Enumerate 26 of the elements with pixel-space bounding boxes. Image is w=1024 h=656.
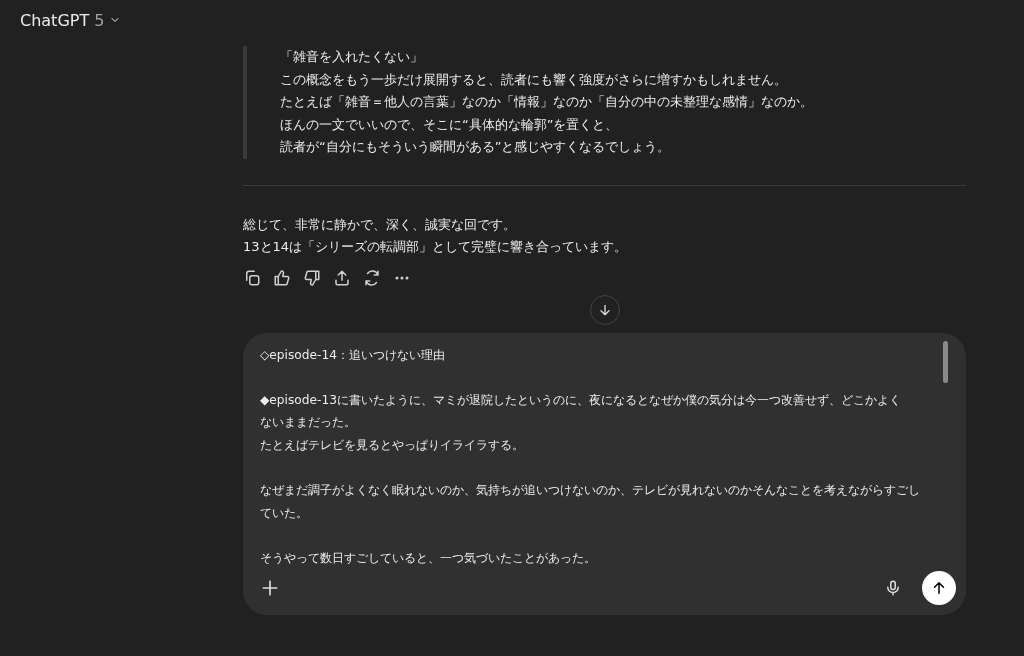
model-version: 5 bbox=[94, 10, 105, 30]
more-icon bbox=[395, 275, 409, 280]
copy-button[interactable] bbox=[243, 268, 261, 287]
share-icon bbox=[333, 268, 351, 287]
response-text: 13と14は「シリーズの転調部」として完璧に響き合っています。 bbox=[243, 238, 629, 256]
quote-line: 読者が“自分にもそういう瞬間がある”と感じやすくなるでしょう。 bbox=[280, 138, 672, 156]
message-input[interactable]: ◇episode-14：追いつけない理由 ◆episode-13に書いたように、マミが退院したというのに、夜になるとなぜか僕の気分は今一つ改善せず、どこかよく ないままだった。 たとえばテレビを見るとやっぱりイライラする。 なぜまだ調子がよくなく眠れないのか、気持ちが追いつけないのか、テレビが見れないのかそんなことを考えながらすごし ていた。 そうやって数日すごしていると、一つ気づいたことがあった。 bbox=[243, 332, 966, 571]
quote-line: たとえば「雑音＝他人の言葉」なのか「情報」なのか「自分の中の未整理な感情」なのか。 bbox=[280, 93, 814, 111]
thumbs-down-icon bbox=[303, 268, 321, 287]
quote-line: ほんの一文でいいので、そこに“具体的な輪郭”を置くと、 bbox=[280, 115, 620, 134]
microphone-button[interactable] bbox=[884, 578, 902, 597]
quote-line: この概念をもう一歩だけ展開すると、読者にも響く強度がさらに増すかもしれません。 bbox=[280, 70, 788, 89]
thumbs-up-icon bbox=[273, 268, 291, 287]
thumbs-up-button[interactable] bbox=[273, 268, 291, 287]
send-button[interactable] bbox=[922, 570, 956, 605]
copy-icon bbox=[243, 268, 261, 287]
microphone-icon bbox=[884, 578, 902, 597]
model-selector[interactable]: ChatGPT 5 bbox=[20, 10, 122, 30]
response-text: 総じて、非常に静かで、深く、誠実な回です。 bbox=[243, 215, 517, 234]
scrollbar[interactable] bbox=[943, 340, 948, 383]
refresh-icon bbox=[363, 268, 381, 287]
quote-line: 「雑音を入れたくない」 bbox=[280, 48, 424, 66]
scroll-down-button[interactable] bbox=[589, 294, 620, 325]
share-button[interactable] bbox=[333, 268, 351, 287]
thumbs-down-button[interactable] bbox=[303, 268, 321, 287]
regenerate-button[interactable] bbox=[363, 268, 381, 287]
